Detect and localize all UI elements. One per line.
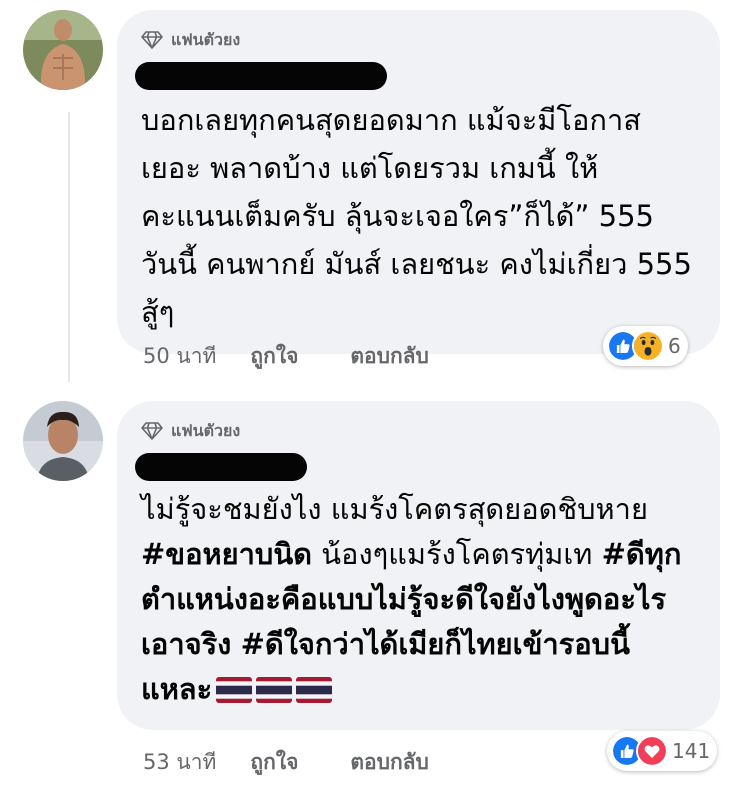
comment-timestamp[interactable]: 50 นาที xyxy=(143,340,216,373)
comment-text-segment xyxy=(231,627,240,661)
comment-text: บอกเลยทุกคนสุดยอดมาก แม้จะมีโอกาส เยอะ พ… xyxy=(141,103,692,329)
reply-thread-line xyxy=(68,112,70,382)
comment-text: ไม่รู้จะชมยังไง แมร้งโคตรสุดยอดชิบหาย #ข… xyxy=(141,487,694,712)
thai-flag-icon xyxy=(256,677,293,703)
reply-button[interactable]: ตอบกลับ xyxy=(350,746,429,779)
comment-text-segment: น้องๆแมร้งโคตรทุ่มเท xyxy=(312,537,602,571)
comment-text-segment: ไม่รู้จะชมยังไง แมร้งโคตรสุดยอดชิบหาย xyxy=(141,492,648,526)
hashtag-link[interactable]: #ขอหยาบนิด xyxy=(141,537,312,571)
thai-flag-icon xyxy=(216,677,253,703)
reaction-summary[interactable]: 6 xyxy=(603,326,688,366)
redacted-author-name xyxy=(135,62,387,90)
love-icon xyxy=(636,735,668,767)
wow-icon xyxy=(632,330,664,362)
comment-bubble: แฟนตัวยง ไม่รู้จะชมยังไง แมร้งโคตรสุดยอด… xyxy=(117,401,720,730)
like-button[interactable]: ถูกใจ xyxy=(250,340,298,373)
top-fan-badge: แฟนตัวยง xyxy=(141,26,694,54)
redacted-author-name xyxy=(135,453,307,481)
reaction-count: 6 xyxy=(668,334,681,358)
thai-flag-icon xyxy=(296,677,333,703)
comment-meta: 53 นาที ถูกใจ ตอบกลับ xyxy=(143,746,481,779)
reaction-summary[interactable]: 141 xyxy=(607,731,718,771)
diamond-icon xyxy=(141,422,163,440)
comment-timestamp[interactable]: 53 นาที xyxy=(143,746,216,779)
reaction-count: 141 xyxy=(672,739,711,763)
top-fan-badge: แฟนตัวยง xyxy=(141,417,694,445)
like-button[interactable]: ถูกใจ xyxy=(250,746,298,779)
reply-button[interactable]: ตอบกลับ xyxy=(350,340,429,373)
avatar[interactable] xyxy=(23,10,103,90)
comment-meta: 50 นาที ถูกใจ ตอบกลับ xyxy=(143,340,481,373)
badge-label: แฟนตัวยง xyxy=(171,29,241,49)
badge-label: แฟนตัวยง xyxy=(171,420,241,440)
diamond-icon xyxy=(141,31,163,49)
avatar[interactable] xyxy=(23,401,103,481)
comment-bubble: แฟนตัวยง บอกเลยทุกคนสุดยอดมาก แม้จะมีโอก… xyxy=(117,10,720,354)
